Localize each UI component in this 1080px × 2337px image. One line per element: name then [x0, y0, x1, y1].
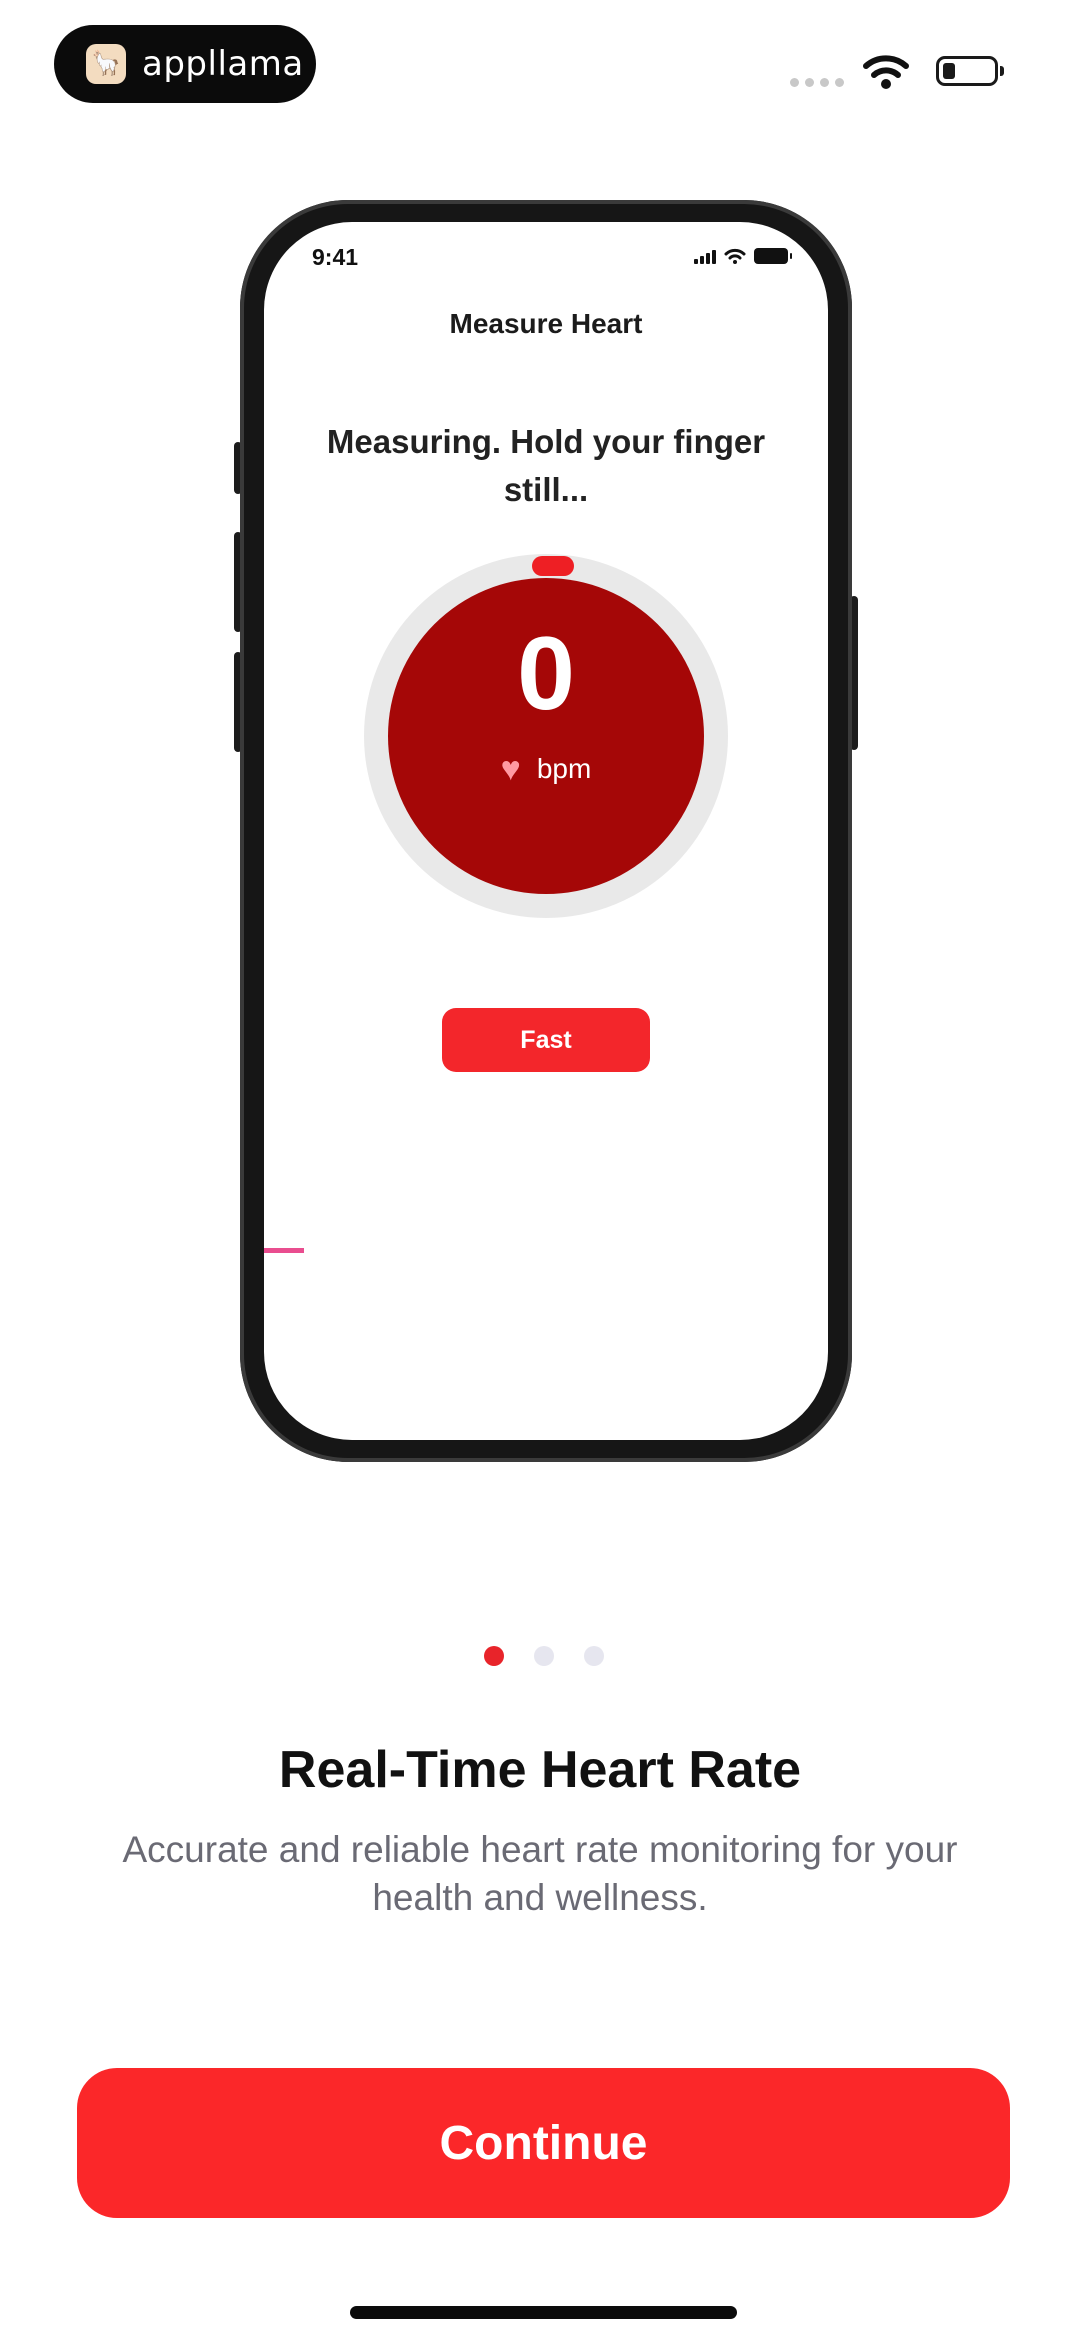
- brand-badge: 🦙 appllama: [54, 25, 316, 103]
- brand-name: appllama: [142, 44, 304, 84]
- page-dot[interactable]: [484, 1646, 504, 1666]
- mockup-message: Measuring. Hold your finger still...: [326, 423, 766, 508]
- bpm-value: 0: [517, 616, 575, 732]
- home-indicator: [350, 2306, 737, 2319]
- mockup-status-icons: [694, 248, 792, 264]
- battery-low-icon: [936, 56, 1004, 86]
- wifi-icon: [863, 55, 909, 89]
- bpm-unit: bpm: [536, 753, 592, 784]
- mockup-title: Measure Heart: [449, 308, 643, 339]
- onboarding-description: Accurate and reliable heart rate monitor…: [122, 1829, 958, 1918]
- bpm-dial: 0 ♥ bpm: [388, 578, 704, 894]
- phone-screen: 9:41 Measure Heart Measuring. Hold your …: [264, 222, 828, 1440]
- wifi-icon: [724, 248, 746, 264]
- page-indicator: [484, 1646, 604, 1666]
- waveform-marker: [264, 1248, 304, 1253]
- battery-icon: [754, 248, 792, 264]
- page-dot[interactable]: [584, 1646, 604, 1666]
- heart-icon: ♥: [500, 750, 521, 788]
- signal-icon: [694, 250, 716, 264]
- fast-mode-button[interactable]: Fast: [442, 1008, 650, 1072]
- llama-icon: 🦙: [86, 44, 126, 84]
- progress-marker: [532, 556, 574, 576]
- continue-button[interactable]: Continue: [77, 2068, 1010, 2218]
- onboarding-title: Real-Time Heart Rate: [278, 1741, 802, 1799]
- cellular-dots-icon: [790, 78, 844, 87]
- page-dot[interactable]: [534, 1646, 554, 1666]
- mockup-status-time: 9:41: [312, 244, 359, 270]
